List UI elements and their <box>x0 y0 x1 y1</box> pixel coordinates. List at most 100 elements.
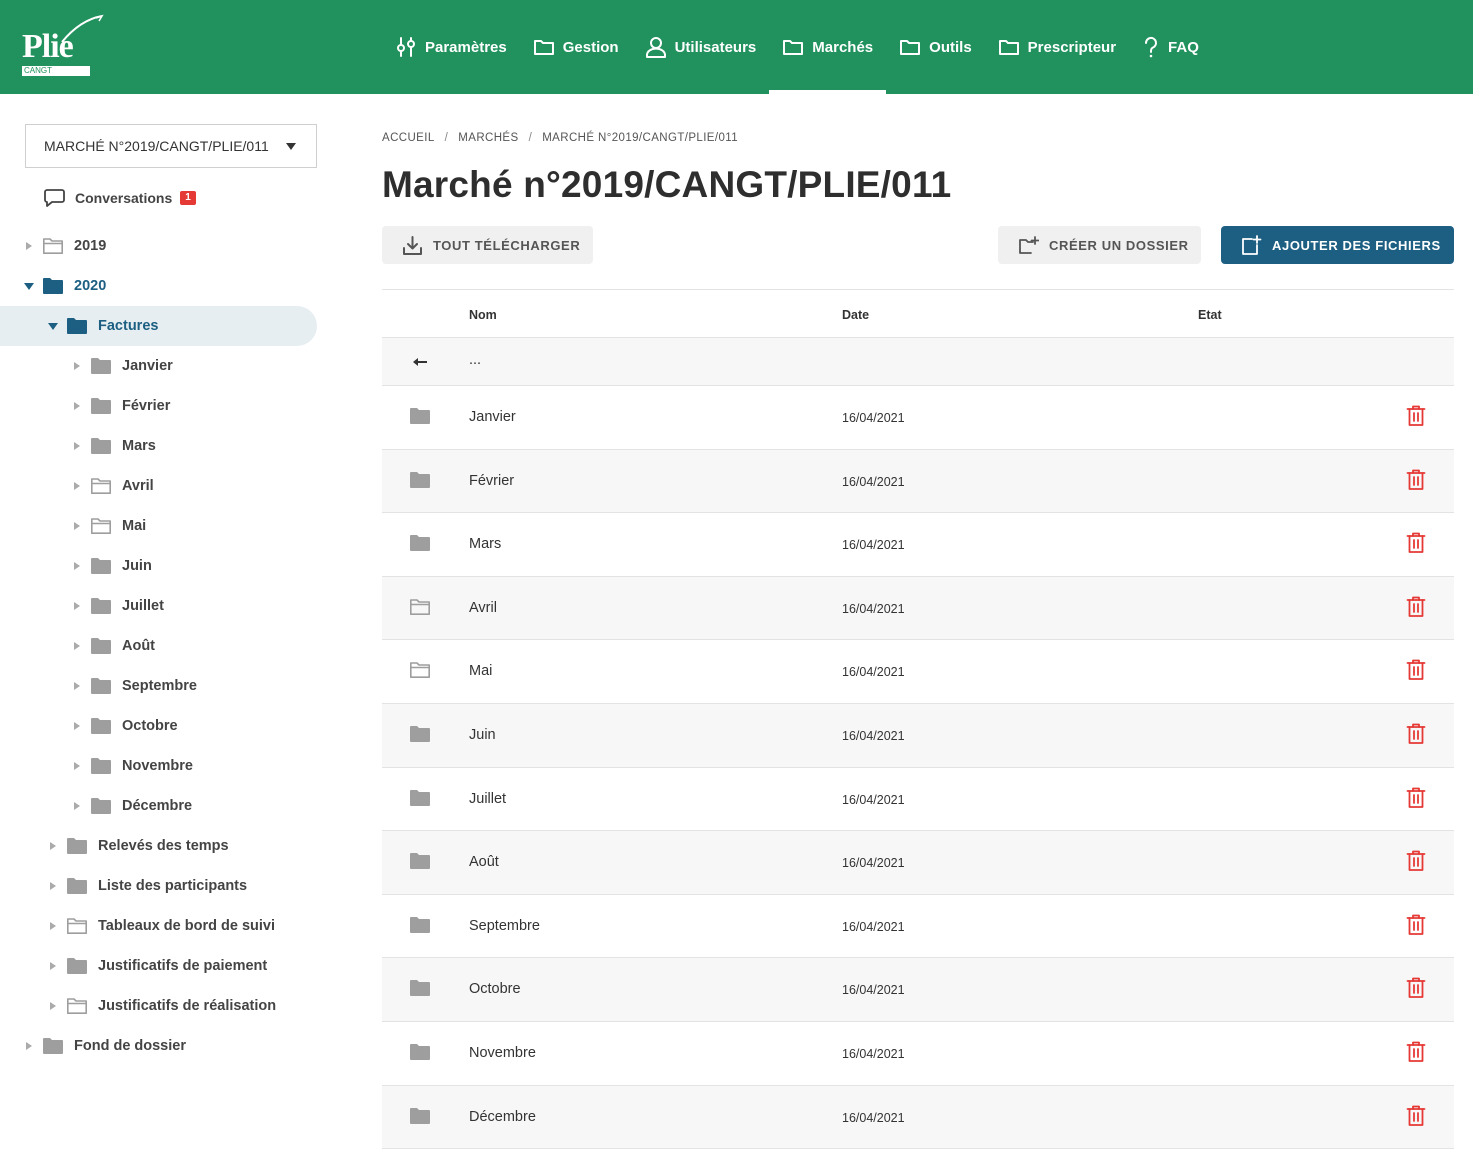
nav-faq[interactable]: FAQ <box>1129 0 1212 94</box>
expand-right-arrow-icon[interactable] <box>72 402 82 410</box>
tree-item[interactable]: Décembre <box>72 786 192 826</box>
market-select[interactable]: MARCHÉ N°2019/CANGT/PLIE/011 <box>25 124 317 168</box>
expand-right-arrow-icon[interactable] <box>72 642 82 650</box>
expand-right-arrow-icon[interactable] <box>48 962 58 970</box>
tree-item[interactable]: Août <box>72 626 155 666</box>
expand-right-arrow-icon[interactable] <box>48 1002 58 1010</box>
expand-right-arrow-icon[interactable] <box>24 242 34 250</box>
row-name[interactable]: Décembre <box>469 1109 536 1125</box>
delete-trash-icon[interactable] <box>1406 850 1426 872</box>
expand-right-arrow-icon[interactable] <box>48 842 58 850</box>
expand-right-arrow-icon[interactable] <box>72 362 82 370</box>
column-header-name[interactable]: Nom <box>469 308 497 322</box>
table-row[interactable]: Mai 16/04/2021 <box>382 640 1454 704</box>
add-files-button[interactable]: AJOUTER DES FICHIERS <box>1221 226 1454 264</box>
delete-trash-icon[interactable] <box>1406 1041 1426 1063</box>
table-row[interactable]: Février 16/04/2021 <box>382 450 1454 513</box>
table-row[interactable]: Mars 16/04/2021 <box>382 513 1454 577</box>
tree-item[interactable]: Novembre <box>72 746 193 786</box>
parent-folder-row[interactable]: ... <box>382 338 1454 386</box>
column-header-date[interactable]: Date <box>842 308 869 322</box>
table-row[interactable]: Décembre 16/04/2021 <box>382 1086 1454 1149</box>
download-all-button[interactable]: TOUT TÉLÉCHARGER <box>382 226 593 264</box>
delete-trash-icon[interactable] <box>1406 977 1426 999</box>
plie-logo[interactable]: Plie CANGT <box>16 14 106 80</box>
expand-right-arrow-icon[interactable] <box>72 442 82 450</box>
nav-outils[interactable]: Outils <box>886 0 985 94</box>
delete-trash-icon[interactable] <box>1406 469 1426 491</box>
row-name[interactable]: Mars <box>469 536 501 552</box>
table-row[interactable]: Juillet 16/04/2021 <box>382 768 1454 831</box>
tree-item[interactable]: Justificatifs de réalisation <box>48 986 276 1026</box>
row-name[interactable]: Avril <box>469 600 497 616</box>
expand-right-arrow-icon[interactable] <box>72 522 82 530</box>
tree-item[interactable]: Juin <box>72 546 152 586</box>
breadcrumb-accueil[interactable]: ACCUEIL <box>382 132 435 144</box>
row-name[interactable]: Août <box>469 854 499 870</box>
delete-trash-icon[interactable] <box>1406 1105 1426 1127</box>
folder-outline-icon <box>91 518 111 534</box>
expand-right-arrow-icon[interactable] <box>72 802 82 810</box>
delete-trash-icon[interactable] <box>1406 914 1426 936</box>
tree-item[interactable]: Mars <box>72 426 156 466</box>
table-row[interactable]: Août 16/04/2021 <box>382 831 1454 895</box>
tree-item[interactable]: Tableaux de bord de suivi <box>48 906 275 946</box>
breadcrumb-marches[interactable]: MARCHÉS <box>458 132 518 144</box>
tree-item[interactable]: Fond de dossier <box>24 1026 186 1066</box>
tree-item[interactable]: 2019 <box>24 226 106 266</box>
table-row[interactable]: Novembre 16/04/2021 <box>382 1022 1454 1086</box>
expand-down-arrow-icon[interactable] <box>48 322 58 330</box>
column-header-state[interactable]: Etat <box>1198 308 1222 322</box>
expand-right-arrow-icon[interactable] <box>72 602 82 610</box>
tree-item[interactable]: Relevés des temps <box>48 826 229 866</box>
expand-right-arrow-icon[interactable] <box>72 682 82 690</box>
row-name[interactable]: Mai <box>469 663 492 679</box>
row-name[interactable]: Septembre <box>469 918 540 934</box>
delete-trash-icon[interactable] <box>1406 787 1426 809</box>
expand-right-arrow-icon[interactable] <box>48 922 58 930</box>
table-row[interactable]: Avril 16/04/2021 <box>382 577 1454 640</box>
expand-right-arrow-icon[interactable] <box>72 482 82 490</box>
expand-down-arrow-icon[interactable] <box>24 282 34 290</box>
expand-right-arrow-icon[interactable] <box>72 722 82 730</box>
tree-item[interactable]: Janvier <box>72 346 173 386</box>
row-name[interactable]: Juillet <box>469 791 506 807</box>
row-name[interactable]: Novembre <box>469 1045 536 1061</box>
tree-item[interactable]: Avril <box>72 466 154 506</box>
tree-item[interactable]: Septembre <box>72 666 197 706</box>
delete-trash-icon[interactable] <box>1406 405 1426 427</box>
expand-right-arrow-icon[interactable] <box>72 762 82 770</box>
nav-gestion[interactable]: Gestion <box>520 0 632 94</box>
table-row[interactable]: Janvier 16/04/2021 <box>382 386 1454 450</box>
row-name[interactable]: Février <box>469 473 514 489</box>
nav-utilisateurs[interactable]: Utilisateurs <box>632 0 770 94</box>
expand-right-arrow-icon[interactable] <box>72 562 82 570</box>
tree-item[interactable]: Février <box>72 386 170 426</box>
nav-prescripteur[interactable]: Prescripteur <box>985 0 1129 94</box>
row-name[interactable]: Juin <box>469 727 496 743</box>
folder-icon <box>410 726 430 742</box>
tree-item[interactable]: Liste des participants <box>48 866 247 906</box>
delete-trash-icon[interactable] <box>1406 596 1426 618</box>
delete-trash-icon[interactable] <box>1406 532 1426 554</box>
tree-item[interactable]: Octobre <box>72 706 178 746</box>
row-name[interactable]: Octobre <box>469 981 521 997</box>
expand-right-arrow-icon[interactable] <box>48 882 58 890</box>
tree-item-label: Juillet <box>122 598 164 614</box>
nav-marches[interactable]: Marchés <box>769 0 887 94</box>
tree-item[interactable]: 2020 <box>24 266 106 306</box>
table-row[interactable]: Octobre 16/04/2021 <box>382 958 1454 1022</box>
tree-item[interactable]: Juillet <box>72 586 164 626</box>
expand-right-arrow-icon[interactable] <box>24 1042 34 1050</box>
conversations-link[interactable]: Conversations 1 <box>44 186 196 210</box>
delete-trash-icon[interactable] <box>1406 723 1426 745</box>
nav-parametres[interactable]: Paramètres <box>382 0 520 94</box>
create-folder-button[interactable]: CRÉER UN DOSSIER <box>998 226 1201 264</box>
table-row[interactable]: Septembre 16/04/2021 <box>382 895 1454 958</box>
tree-item[interactable]: Factures <box>48 306 158 346</box>
tree-item[interactable]: Mai <box>72 506 146 546</box>
table-row[interactable]: Juin 16/04/2021 <box>382 704 1454 768</box>
tree-item[interactable]: Justificatifs de paiement <box>48 946 267 986</box>
delete-trash-icon[interactable] <box>1406 659 1426 681</box>
row-name[interactable]: Janvier <box>469 409 516 425</box>
